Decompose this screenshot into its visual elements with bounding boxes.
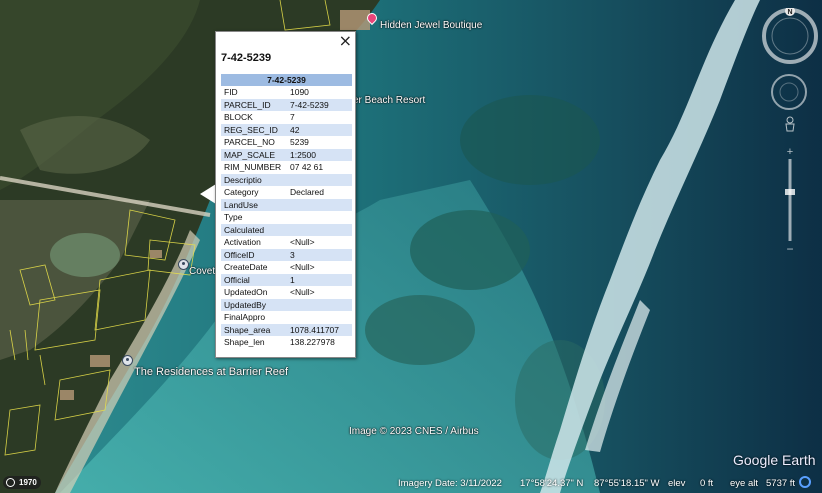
table-row: BLOCK 7 — [221, 111, 352, 124]
attribute-value: 7 — [290, 112, 295, 123]
table-row: OfficeID 3 — [221, 248, 352, 261]
label-residences[interactable]: The Residences at Barrier Reef — [134, 366, 288, 378]
label-beach-resort[interactable]: er Beach Resort — [353, 95, 425, 106]
table-row: MAP_SCALE 1:2500 — [221, 148, 352, 161]
attribute-value: 1:2500 — [287, 148, 352, 161]
longitude-readout: 87°55'18.15" W — [594, 478, 660, 489]
attribute-value: 5239 — [290, 137, 309, 148]
svg-text:+: + — [787, 146, 793, 158]
imagery-copyright: Image © 2023 CNES / Airbus — [349, 426, 479, 437]
eye-altitude-value: 5737 ft — [766, 478, 796, 489]
table-row: Activation <Null> — [221, 236, 352, 249]
attribute-key: FinalAppro — [224, 312, 266, 323]
table-row: Category Declared — [221, 186, 352, 199]
clock-icon — [6, 478, 15, 487]
table-row: PARCEL_ID 7-42-5239 — [221, 98, 352, 111]
pegman-icon[interactable] — [783, 116, 797, 136]
satellite-map[interactable] — [0, 0, 822, 493]
popup-title: 7-42-5239 — [221, 52, 272, 64]
table-row: Calculated — [221, 223, 352, 236]
attribute-value: 07 42 61 — [290, 162, 324, 173]
poi-pin-icon[interactable] — [122, 355, 133, 366]
latitude-readout: 17°58'24.37" N — [520, 478, 584, 489]
attribute-table: 7-42-5239 FID 1090 PARCEL_ID 7-42-5239 BLOCK… — [221, 74, 352, 349]
parcel-info-popup: × 7-42-5239 7-42-5239 FID 1090 PARCEL_ID 7-… — [215, 31, 356, 358]
table-row: RIM_NUMBER 07 42 61 — [221, 161, 352, 174]
close-icon[interactable]: × — [339, 33, 352, 49]
attribute-key: BLOCK — [224, 112, 253, 123]
imagery-year: 1970 — [19, 478, 37, 487]
table-row: REG_SEC_ID 42 — [221, 123, 352, 136]
attribute-value: Declared — [290, 187, 325, 198]
label-jewel-boutique[interactable]: Hidden Jewel Boutique — [380, 20, 482, 31]
attribute-key: FID — [224, 87, 238, 98]
attribute-value: <Null> — [290, 237, 315, 248]
attribute-value: <Null> — [290, 287, 315, 298]
table-row: Descriptio — [221, 173, 352, 186]
table-row: FID 1090 — [221, 86, 352, 99]
attribute-key: LandUse — [221, 198, 287, 211]
attribute-value — [287, 198, 352, 211]
historical-imagery-badge[interactable]: 1970 — [3, 476, 41, 489]
attribute-value — [287, 211, 352, 224]
table-row: Shape_area 1078.411707 — [221, 323, 352, 336]
table-row: FinalAppro — [221, 311, 352, 324]
attribute-key: PARCEL_ID — [221, 98, 287, 111]
attribute-value — [287, 223, 352, 236]
attribute-key: Activation — [224, 237, 261, 248]
elevation-value: 0 ft — [700, 478, 714, 489]
attribute-value — [287, 311, 352, 324]
table-row: LandUse — [221, 198, 352, 211]
attribute-key: MAP_SCALE — [221, 148, 287, 161]
attribute-value: 1 — [287, 273, 352, 286]
svg-text:−: − — [786, 242, 793, 255]
popup-tail — [200, 184, 216, 204]
google-earth-logo: Google Earth — [733, 452, 816, 468]
table-row: Shape_len 138.227978 — [221, 336, 352, 349]
attribute-key: UpdatedBy — [221, 298, 287, 311]
attribute-value: <Null> — [290, 262, 315, 273]
eye-altitude-label: eye alt — [730, 478, 758, 489]
table-row: UpdatedOn <Null> — [221, 286, 352, 299]
attribute-key: RIM_NUMBER — [224, 162, 282, 173]
attribute-value: 42 — [287, 123, 352, 136]
attribute-value: 1090 — [290, 87, 309, 98]
attribute-key: CreateDate — [224, 262, 268, 273]
table-row: Official 1 — [221, 273, 352, 286]
table-row: CreateDate <Null> — [221, 261, 352, 274]
table-row: Type — [221, 211, 352, 224]
streaming-status-icon — [799, 476, 811, 488]
attribute-key: Shape_len — [224, 337, 265, 348]
zoom-slider-icon[interactable]: + − — [783, 145, 797, 255]
compass-north-label: N — [787, 9, 792, 16]
attribute-key: Calculated — [221, 223, 287, 236]
compass-icon[interactable]: N — [762, 8, 818, 64]
table-row: PARCEL_NO 5239 — [221, 136, 352, 149]
attribute-key: OfficeID — [221, 248, 287, 261]
attribute-value — [287, 298, 352, 311]
table-row: UpdatedBy — [221, 298, 352, 311]
elevation-label: elev — [668, 478, 686, 489]
attribute-key: Descriptio — [221, 173, 287, 186]
attribute-key: UpdatedOn — [224, 287, 268, 298]
attribute-value: 3 — [287, 248, 352, 261]
attribute-value — [287, 173, 352, 186]
attribute-value: 138.227978 — [290, 337, 335, 348]
attribute-key: Official — [221, 273, 287, 286]
attribute-key: Shape_area — [221, 323, 287, 336]
attribute-key: Type — [224, 212, 243, 223]
label-covet[interactable]: Covet — [189, 266, 215, 277]
poi-pin-icon[interactable] — [178, 259, 189, 270]
attribute-key: Category — [224, 187, 259, 198]
imagery-date: Imagery Date: 3/11/2022 — [398, 478, 502, 489]
look-joystick-icon[interactable] — [770, 73, 808, 111]
attribute-table-header: 7-42-5239 — [221, 74, 352, 86]
attribute-key: REG_SEC_ID — [221, 123, 287, 136]
attribute-value: 1078.411707 — [287, 323, 352, 336]
attribute-key: PARCEL_NO — [224, 137, 275, 148]
attribute-value: 7-42-5239 — [287, 98, 352, 111]
